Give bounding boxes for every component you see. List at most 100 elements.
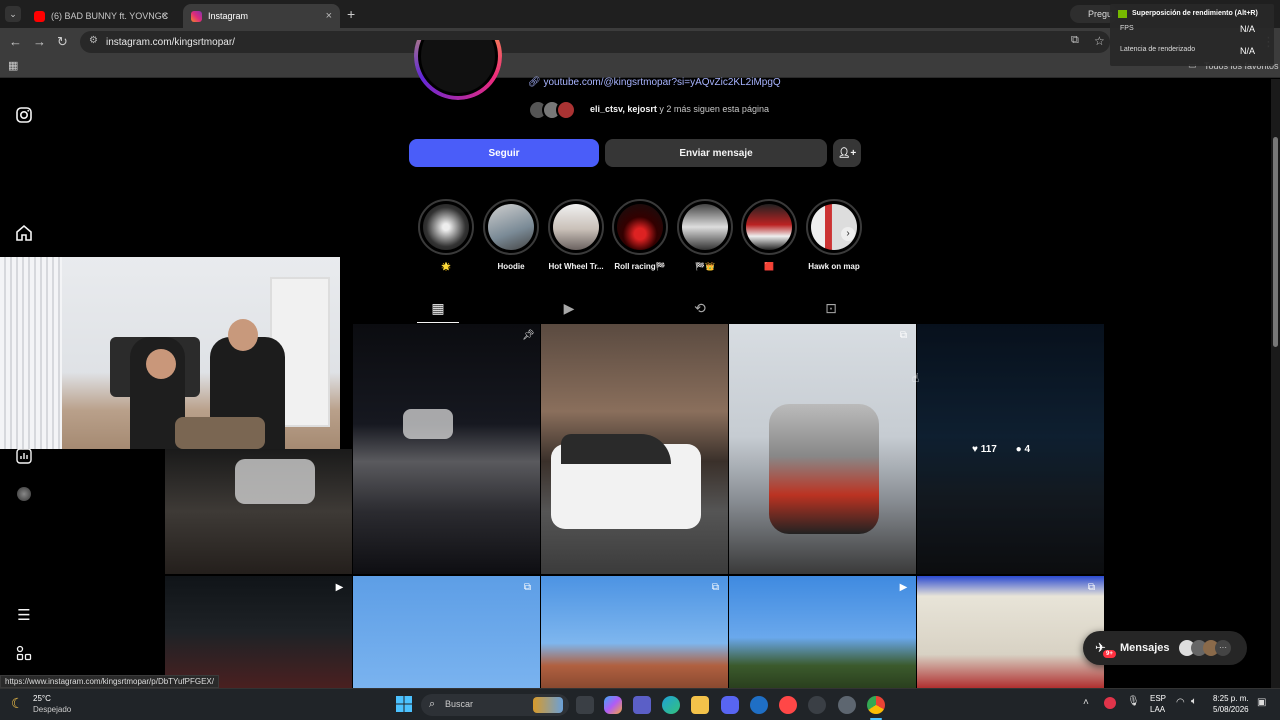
highlight-item[interactable]: 🏁👑 bbox=[677, 199, 733, 271]
posts-tab-indicator bbox=[417, 322, 459, 323]
highlight-label: Hawk on map bbox=[808, 262, 860, 271]
start-button[interactable] bbox=[396, 696, 412, 712]
taskbar-search[interactable]: ⌕ Buscar bbox=[421, 694, 569, 716]
chrome-icon[interactable] bbox=[867, 696, 885, 714]
messages-avatars: ··· bbox=[1179, 640, 1231, 656]
back-icon[interactable]: ← bbox=[9, 34, 22, 49]
highlight-item[interactable]: Hawk on map bbox=[806, 199, 862, 271]
highlights-next-icon[interactable]: › bbox=[841, 227, 855, 241]
weather-desc[interactable]: Despejado bbox=[33, 705, 71, 714]
more-menu-icon[interactable]: ☰ bbox=[15, 607, 33, 625]
close-icon[interactable]: × bbox=[162, 10, 168, 22]
bookmarks-bar: ▦ ▭ Todos los favoritos bbox=[0, 56, 1280, 78]
followed-by-names: eli_ctsv, kejosrt bbox=[590, 104, 657, 114]
search-placeholder: Buscar bbox=[445, 699, 474, 709]
tagged-icon[interactable]: ⊡ bbox=[823, 300, 839, 316]
task-view-icon[interactable] bbox=[576, 696, 594, 714]
reload-icon[interactable]: ↻ bbox=[57, 34, 68, 50]
also-from-meta-icon[interactable] bbox=[15, 645, 33, 663]
browser-tab-strip: ⌄ (6) BAD BUNNY ft. YOVNGCHIMI × Instagr… bbox=[0, 0, 1280, 28]
mouse-cursor-icon: ☝︎ bbox=[912, 371, 920, 385]
messages-label: Mensajes bbox=[1120, 642, 1170, 654]
post-tile[interactable] bbox=[165, 449, 352, 574]
messages-badge: 9+ bbox=[1103, 650, 1116, 658]
post-tile[interactable]: ▶︎ bbox=[729, 576, 916, 688]
highlight-item[interactable]: 🟥 bbox=[741, 199, 797, 271]
reposts-icon[interactable]: ⟲ bbox=[692, 300, 708, 316]
microphone-icon[interactable]: 🎙︎ bbox=[1127, 696, 1140, 707]
post-tile[interactable]: ▶︎ bbox=[165, 576, 352, 688]
teams-icon[interactable] bbox=[633, 696, 651, 714]
app-icon[interactable] bbox=[750, 696, 768, 714]
messages-button[interactable]: ✈︎ 9+ Mensajes ··· bbox=[1083, 631, 1247, 665]
post-tile-hovered[interactable]: ♥ 117 ● 4 bbox=[917, 324, 1104, 574]
suggested-accounts-button[interactable]: 👤︎+ bbox=[833, 139, 861, 167]
install-app-icon[interactable]: ⧉ bbox=[1071, 34, 1079, 47]
weather-temp[interactable]: 25°C bbox=[33, 694, 51, 703]
bookmark-star-icon[interactable]: ☆ bbox=[1094, 34, 1105, 48]
highlight-item[interactable]: 🌟 bbox=[418, 199, 474, 271]
instagram-logo-icon[interactable] bbox=[15, 106, 33, 124]
post-tile[interactable]: ⧉ bbox=[541, 576, 728, 688]
search-icon: ⌕ bbox=[429, 698, 436, 710]
notifications-icon[interactable]: ▣ bbox=[1257, 697, 1266, 708]
wifi-icon[interactable]: ◠ bbox=[1176, 697, 1185, 708]
scrollbar-thumb[interactable] bbox=[1273, 137, 1278, 347]
post-tile[interactable] bbox=[541, 324, 728, 574]
tray-app-icon[interactable] bbox=[1104, 697, 1116, 709]
discord-icon[interactable] bbox=[721, 696, 739, 714]
dashboard-icon[interactable] bbox=[15, 448, 33, 466]
page-scrollbar[interactable] bbox=[1271, 79, 1280, 688]
close-icon[interactable]: × bbox=[326, 10, 332, 22]
clock-time[interactable]: 8:25 p. m. bbox=[1213, 694, 1249, 703]
followed-by-text[interactable]: eli_ctsv, kejosrt y 2 más siguen esta pá… bbox=[590, 104, 769, 114]
posts-grid-icon[interactable]: ▦ bbox=[430, 300, 446, 316]
carousel-icon: ⧉ bbox=[1087, 582, 1096, 593]
tray-chevron-icon[interactable]: ˄ bbox=[1083, 697, 1089, 708]
ea-icon[interactable] bbox=[779, 696, 797, 714]
hover-stats: ♥ 117 ● 4 bbox=[972, 444, 1030, 455]
tab-youtube-title: (6) BAD BUNNY ft. YOVNGCHIMI bbox=[51, 11, 168, 21]
heart-icon: ♥ bbox=[972, 444, 978, 455]
send-message-button[interactable]: Enviar mensaje bbox=[605, 139, 827, 167]
home-icon[interactable] bbox=[15, 224, 33, 242]
status-bar-url: https://www.instagram.com/kingsrtmopar/p… bbox=[0, 675, 219, 688]
forward-icon[interactable]: → bbox=[33, 34, 46, 49]
reel-icon: ▶︎ bbox=[335, 582, 344, 593]
keyboard-layout[interactable]: LAA bbox=[1150, 705, 1165, 714]
post-tile[interactable]: ⧉ bbox=[729, 324, 916, 574]
settings-icon[interactable] bbox=[838, 696, 856, 714]
highlight-item[interactable]: Hoodie bbox=[483, 199, 539, 271]
volume-icon[interactable]: 🔈︎ bbox=[1191, 696, 1197, 707]
post-tile[interactable]: ⧉ bbox=[917, 576, 1104, 688]
followed-by-rest: y 2 más siguen esta página bbox=[659, 104, 769, 114]
address-bar[interactable]: ⚙ instagram.com/kingsrtmopar/ bbox=[80, 31, 1110, 53]
profile-link[interactable]: 🔗︎ youtube.com/@kingsrtmopar?si=yAQvZic2… bbox=[528, 77, 781, 88]
tab-search-button[interactable]: ⌄ bbox=[5, 6, 21, 22]
clock-date[interactable]: 5/08/2026 bbox=[1213, 705, 1249, 714]
site-info-icon[interactable]: ⚙ bbox=[89, 35, 98, 46]
follow-button[interactable]: Seguir bbox=[409, 139, 599, 167]
post-tile[interactable]: 📌︎ bbox=[353, 324, 540, 574]
new-tab-button[interactable]: + bbox=[347, 6, 355, 22]
carousel-icon: ⧉ bbox=[711, 582, 720, 593]
file-explorer-icon[interactable] bbox=[691, 696, 709, 714]
search-highlight-icon bbox=[533, 697, 563, 713]
highlight-item[interactable]: Roll racing🏁 bbox=[612, 199, 668, 271]
highlight-item[interactable]: Hot Wheel Tr... bbox=[548, 199, 604, 271]
post-tile[interactable]: ⧉ bbox=[353, 576, 540, 688]
reels-icon[interactable]: ▶︎ bbox=[561, 300, 577, 316]
copilot-icon[interactable] bbox=[604, 696, 622, 714]
carousel-icon: ⧉ bbox=[899, 330, 908, 341]
apps-grid-icon[interactable]: ▦ bbox=[8, 59, 18, 72]
language-code[interactable]: ESP bbox=[1150, 694, 1166, 703]
reel-icon: ▶︎ bbox=[899, 582, 908, 593]
ask-gemini-label: Pregu bbox=[1088, 9, 1113, 19]
comments-count: 4 bbox=[1024, 444, 1031, 455]
tab-youtube[interactable]: (6) BAD BUNNY ft. YOVNGCHIMI × bbox=[26, 4, 176, 28]
profile-avatar[interactable] bbox=[17, 487, 31, 501]
xbox-icon[interactable] bbox=[808, 696, 826, 714]
edge-icon[interactable] bbox=[662, 696, 680, 714]
carousel-icon: ⧉ bbox=[523, 582, 532, 593]
tab-instagram[interactable]: Instagram × bbox=[183, 4, 340, 28]
